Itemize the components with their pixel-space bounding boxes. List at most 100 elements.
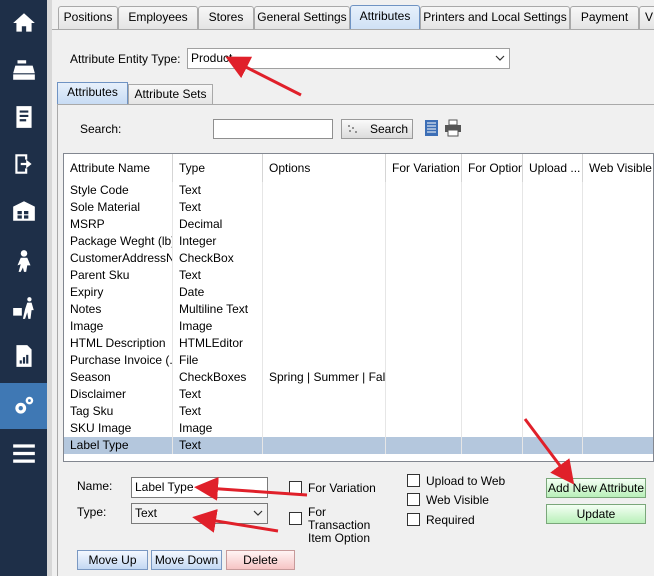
table-row[interactable]: Season CheckBoxes Spring | Summer | Fall..… — [64, 369, 653, 386]
table-cell — [462, 216, 523, 233]
nav-menu[interactable] — [0, 430, 47, 476]
table-row[interactable]: Purchase Invoice (... File — [64, 352, 653, 369]
search-input[interactable] — [213, 119, 333, 139]
tab-printers-local-settings[interactable]: Printers and Local Settings — [420, 6, 570, 29]
table-cell — [263, 250, 386, 267]
table-row[interactable]: Package Weght (lb) Integer — [64, 233, 653, 250]
column-header[interactable]: Web Visible — [583, 154, 653, 182]
table-cell — [583, 420, 653, 437]
table-row[interactable]: Sole Material Text — [64, 199, 653, 216]
table-cell — [583, 216, 653, 233]
table-cell — [462, 199, 523, 216]
table-cell — [462, 284, 523, 301]
delete-button[interactable]: Delete — [226, 550, 295, 570]
column-header[interactable]: For Variation — [386, 154, 462, 182]
table-cell: Style Code — [64, 182, 173, 199]
table-cell — [386, 318, 462, 335]
nav-sales[interactable] — [0, 94, 47, 140]
column-header[interactable]: Options — [263, 154, 386, 182]
nav-register[interactable] — [0, 47, 47, 93]
table-cell — [386, 250, 462, 267]
column-header[interactable]: For Option — [462, 154, 523, 182]
export-list-icon[interactable] — [423, 119, 441, 137]
tab-positions[interactable]: Positions — [58, 6, 118, 29]
table-cell — [523, 335, 583, 352]
web-visible-checkbox[interactable] — [407, 493, 420, 506]
table-row[interactable]: CustomerAddressN...CheckBox — [64, 250, 653, 267]
side-nav — [0, 0, 47, 576]
attributes-grid[interactable]: Attribute Name Type Options For Variatio… — [63, 153, 654, 462]
table-cell: Image — [173, 420, 263, 437]
table-cell — [462, 301, 523, 318]
chevron-down-icon — [495, 55, 505, 61]
column-header[interactable]: Attribute Name — [64, 154, 173, 182]
move-down-button[interactable]: Move Down — [151, 550, 222, 570]
type-select-value: Text — [135, 506, 158, 520]
subtab-attribute-sets[interactable]: Attribute Sets — [128, 84, 213, 105]
tab-stores[interactable]: Stores — [198, 6, 254, 29]
table-row[interactable]: Expiry Date — [64, 284, 653, 301]
tab-general-settings[interactable]: General Settings — [254, 6, 350, 29]
table-cell — [386, 369, 462, 386]
search-button[interactable]: Search — [341, 119, 413, 139]
type-select[interactable]: Text — [131, 503, 268, 524]
nav-home[interactable] — [0, 0, 47, 46]
upload-to-web-checkbox[interactable] — [407, 474, 420, 487]
table-cell: Disclaimer — [64, 386, 173, 403]
column-header[interactable]: Type — [173, 154, 263, 182]
receipt-icon — [15, 106, 32, 128]
table-cell — [263, 199, 386, 216]
nav-customers[interactable] — [0, 238, 47, 284]
column-header[interactable]: Upload ... — [523, 154, 583, 182]
entity-type-select[interactable]: Product — [187, 48, 510, 69]
table-cell: Multiline Text — [173, 301, 263, 318]
nav-reports[interactable] — [0, 333, 47, 379]
table-cell — [263, 318, 386, 335]
tab-employees[interactable]: Employees — [118, 6, 198, 29]
table-row[interactable]: Parent Sku Text — [64, 267, 653, 284]
add-new-attribute-button[interactable]: Add New Attribute — [546, 478, 646, 498]
table-row[interactable]: Image Image — [64, 318, 653, 335]
table-row[interactable]: Notes Multiline Text — [64, 301, 653, 318]
table-cell: SKU Image — [64, 420, 173, 437]
nav-inventory[interactable] — [0, 188, 47, 234]
nav-shipping[interactable] — [0, 285, 47, 331]
settings-tabs: Positions Employees Stores General Setti… — [55, 5, 654, 30]
nav-settings[interactable] — [0, 383, 47, 429]
table-cell — [462, 267, 523, 284]
table-cell: CustomerAddressN... — [64, 250, 173, 267]
table-row[interactable]: Style Code Text — [64, 182, 653, 199]
for-transaction-checkbox[interactable] — [289, 512, 302, 525]
table-row[interactable]: MSRP Decimal — [64, 216, 653, 233]
table-cell — [523, 182, 583, 199]
tab-attributes[interactable]: Attributes — [350, 5, 420, 30]
table-row[interactable]: Label Type Text — [64, 437, 653, 454]
update-button[interactable]: Update — [546, 504, 646, 524]
name-input[interactable]: Label Type — [131, 477, 268, 498]
table-row[interactable]: Disclaimer Text — [64, 386, 653, 403]
table-row[interactable]: HTML Description HTMLEditor — [64, 335, 653, 352]
home-icon — [12, 13, 35, 32]
table-cell — [386, 437, 462, 454]
tab-overflow[interactable]: V — [639, 6, 654, 29]
tab-payment[interactable]: Payment — [570, 6, 639, 29]
table-row[interactable]: SKU Image Image — [64, 420, 653, 437]
nav-exit[interactable] — [0, 141, 47, 187]
rail-divider — [47, 0, 52, 576]
table-row[interactable]: Tag Sku Text — [64, 403, 653, 420]
table-cell — [263, 386, 386, 403]
table-cell — [386, 301, 462, 318]
move-up-button[interactable]: Move Up — [77, 550, 148, 570]
table-cell: Text — [173, 267, 263, 284]
cash-register-icon — [12, 60, 35, 80]
subtab-attributes[interactable]: Attributes — [57, 82, 128, 105]
print-icon[interactable] — [444, 119, 462, 137]
table-cell — [386, 420, 462, 437]
table-cell: MSRP — [64, 216, 173, 233]
required-checkbox[interactable] — [407, 513, 420, 526]
delivery-icon — [12, 297, 34, 319]
for-variation-checkbox[interactable] — [289, 481, 302, 494]
table-cell — [523, 437, 583, 454]
table-cell: Decimal — [173, 216, 263, 233]
table-cell — [523, 301, 583, 318]
